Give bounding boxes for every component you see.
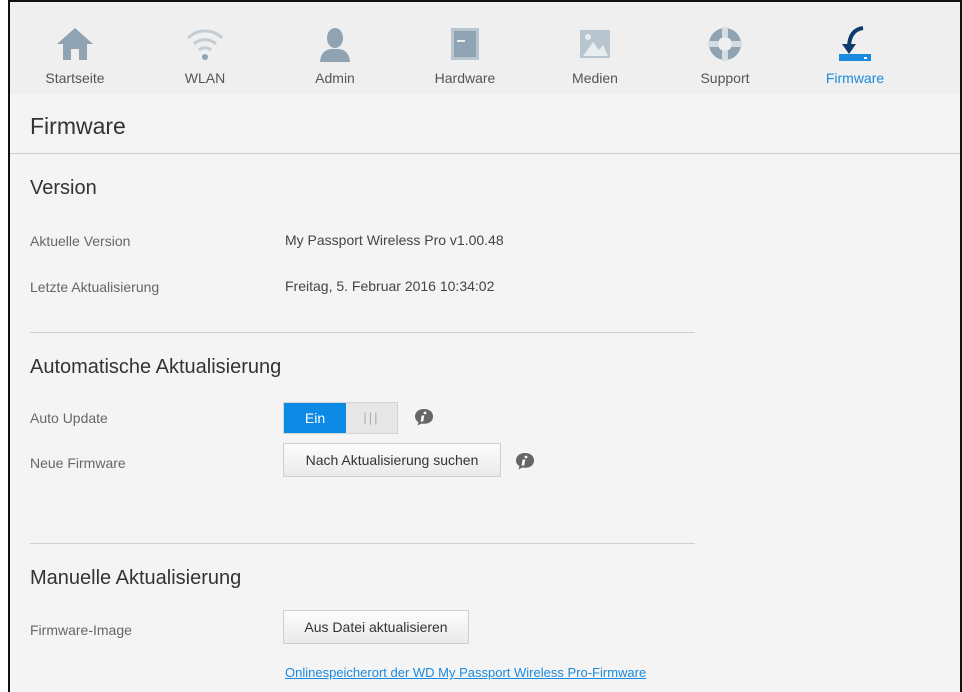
media-icon <box>580 30 610 58</box>
nav-label-firmware: Firmware <box>825 70 885 86</box>
check-update-button[interactable]: Nach Aktualisierung suchen <box>283 443 501 477</box>
current-version-label: Aktuelle Version <box>30 233 131 249</box>
page-header: Firmware <box>10 94 960 154</box>
toggle-on-label: Ein <box>284 403 346 433</box>
new-firmware-label: Neue Firmware <box>30 455 126 471</box>
nav-item-hardware[interactable]: Hardware <box>400 2 530 94</box>
hardware-icon <box>451 28 479 60</box>
toggle-grip-icon: ||| <box>363 410 380 425</box>
firmware-image-label: Firmware-Image <box>30 622 132 638</box>
last-update-label: Letzte Aktualisierung <box>30 279 160 295</box>
home-icon <box>57 28 93 60</box>
nav-label-startseite: Startseite <box>45 70 105 86</box>
online-firmware-link[interactable]: Onlinespeicherort der WD My Passport Wir… <box>285 665 646 680</box>
auto-update-section-title: Automatische Aktualisierung <box>30 356 282 378</box>
page-title: Firmware <box>30 113 126 139</box>
manual-update-section-title: Manuelle Aktualisierung <box>30 567 242 589</box>
section-divider <box>30 543 695 544</box>
user-icon <box>320 28 350 62</box>
top-navigation: Startseite WLAN Admin Hardware Medien Su… <box>10 2 960 94</box>
nav-label-wlan: WLAN <box>184 70 226 86</box>
firmware-download-icon <box>839 26 871 61</box>
version-section-title: Version <box>30 177 97 199</box>
info-icon[interactable] <box>414 408 434 426</box>
nav-item-medien[interactable]: Medien <box>530 2 660 94</box>
app-frame: Startseite WLAN Admin Hardware Medien Su… <box>8 0 962 692</box>
auto-update-label: Auto Update <box>30 410 108 426</box>
info-icon[interactable] <box>515 452 535 470</box>
auto-update-toggle[interactable]: Ein ||| <box>283 402 398 434</box>
section-divider <box>30 332 695 333</box>
wifi-icon <box>186 29 224 60</box>
nav-label-support: Support <box>700 70 750 86</box>
nav-item-admin[interactable]: Admin <box>270 2 400 94</box>
last-update-value: Freitag, 5. Februar 2016 10:34:02 <box>285 278 495 294</box>
current-version-value: My Passport Wireless Pro v1.00.48 <box>285 232 504 248</box>
lifebuoy-icon <box>708 27 742 61</box>
nav-label-hardware: Hardware <box>434 70 496 86</box>
nav-item-firmware[interactable]: Firmware <box>790 2 920 94</box>
nav-label-admin: Admin <box>315 70 355 86</box>
nav-item-support[interactable]: Support <box>660 2 790 94</box>
nav-item-wlan[interactable]: WLAN <box>140 2 270 94</box>
nav-item-startseite[interactable]: Startseite <box>10 2 140 94</box>
nav-label-medien: Medien <box>572 70 618 86</box>
update-from-file-button[interactable]: Aus Datei aktualisieren <box>283 610 469 644</box>
